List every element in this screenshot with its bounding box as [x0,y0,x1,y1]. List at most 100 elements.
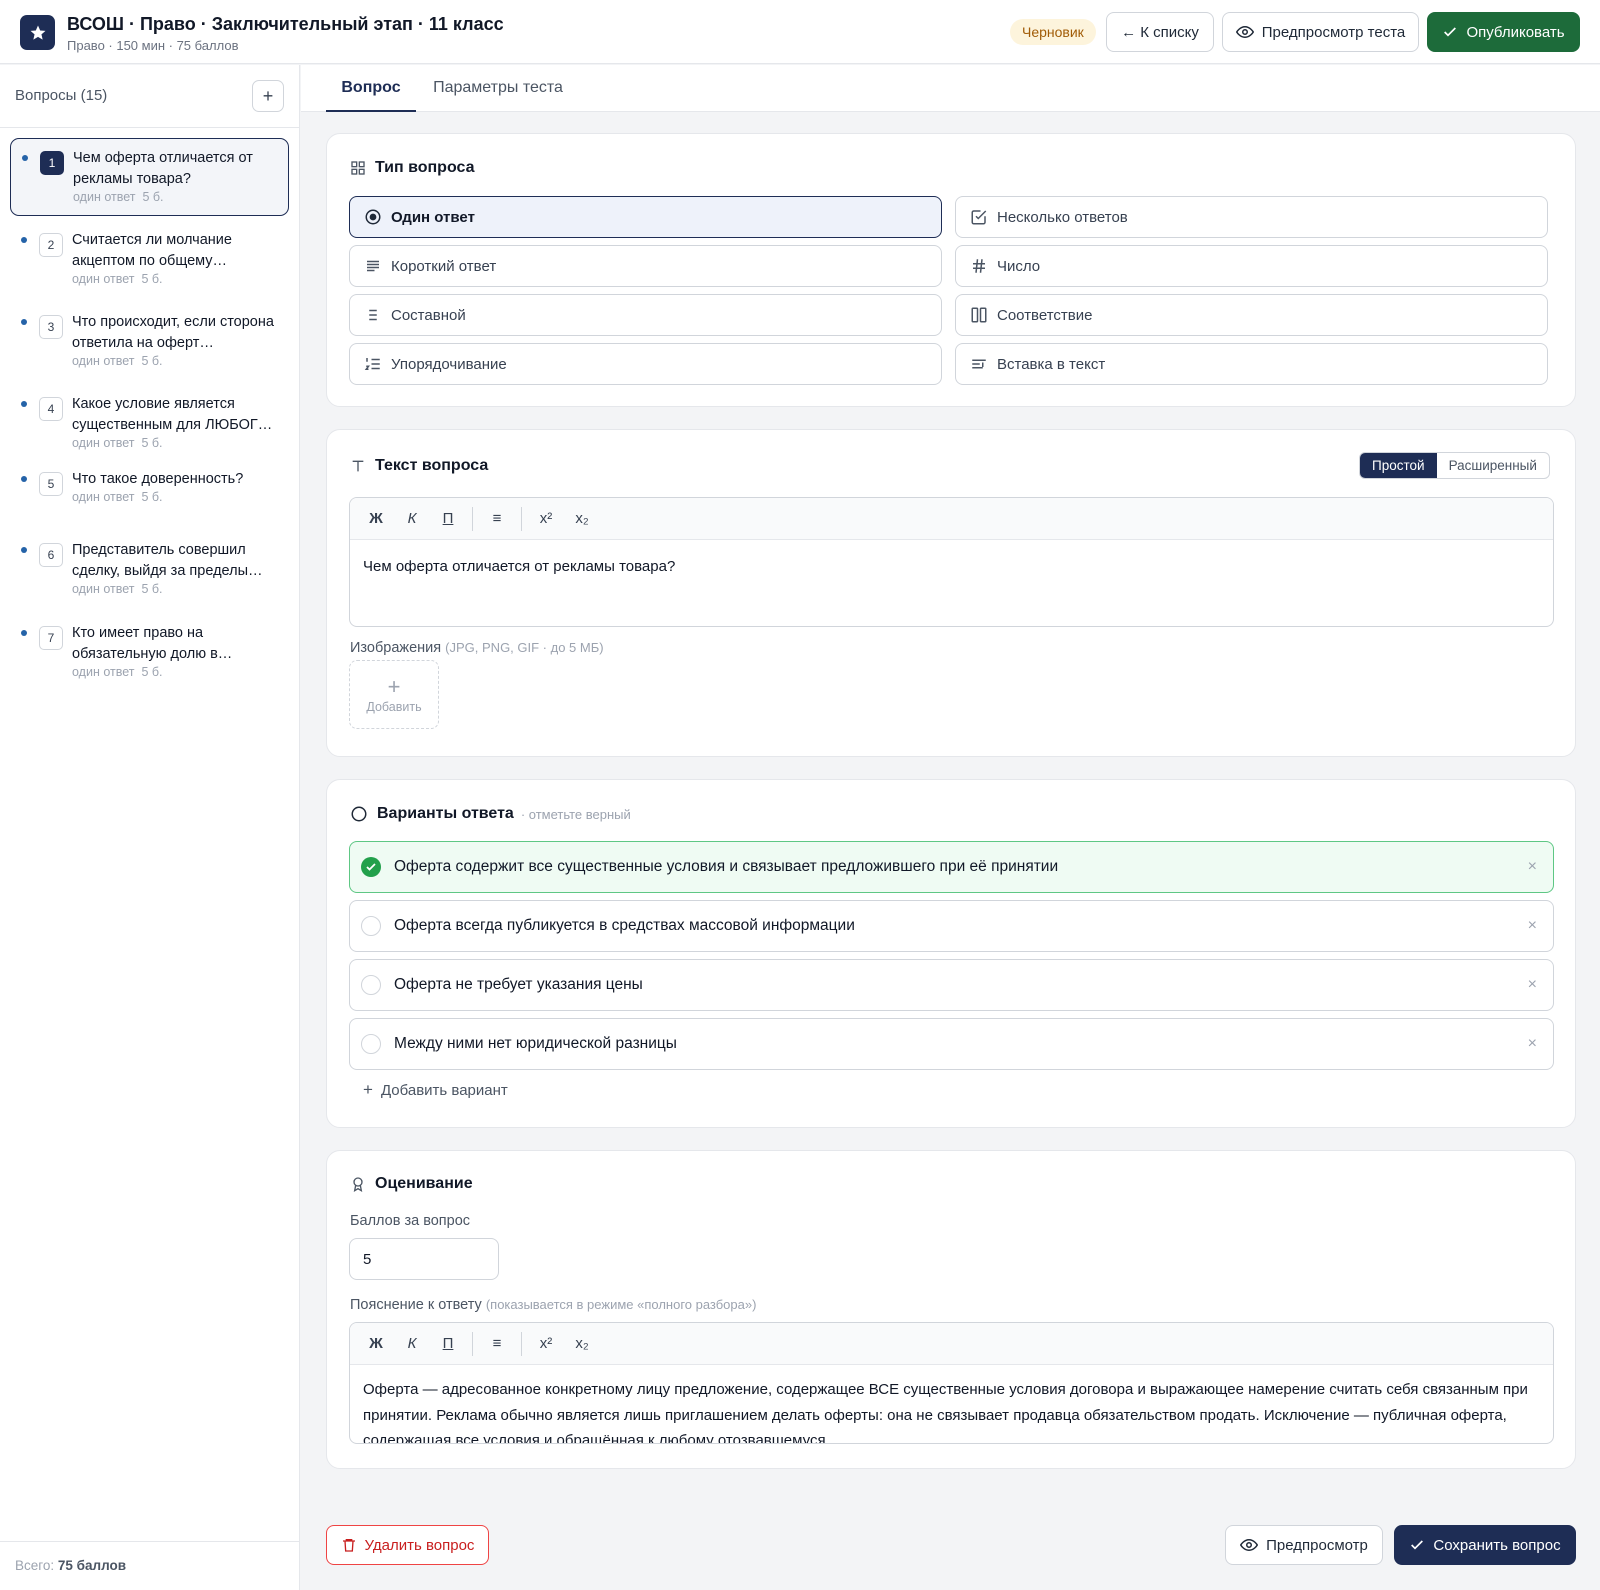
answer-option-text[interactable]: Между ними нет юридической разницы [394,1035,677,1053]
answer-option-correct[interactable]: Оферта содержит все существенные условия… [349,841,1554,893]
question-meta: один ответ 5 б. [73,190,164,204]
list-icon [364,306,382,324]
text-type-icon [350,458,366,474]
award-icon [350,1175,366,1193]
total-value: 75 баллов [57,1558,127,1573]
question-preview-text: Чем оферта отличается от рекламы товара? [73,150,253,187]
ordered-list-icon [364,355,382,373]
text-lines-icon [364,257,382,275]
subscript-button[interactable]: x₂ [564,1329,600,1359]
delete-question-button[interactable]: Удалить вопрос [326,1525,489,1565]
tab-question[interactable]: Вопрос [326,65,416,112]
preview-test-button[interactable]: Предпросмотр теста [1222,12,1419,52]
question-number: 1 [40,151,64,175]
preview-button[interactable]: Предпросмотр [1225,1525,1383,1565]
add-question-button[interactable]: + [252,80,284,112]
question-list-item[interactable]: 4 Какое условие является существенным для… [10,385,289,463]
images-hint: (JPG, PNG, GIF · до 5 МБ) [445,640,604,655]
preview-label: Предпросмотр [1266,1536,1368,1554]
editor-mode-toggle: Простой Расширенный [1359,452,1550,479]
type-single-answer[interactable]: Один ответ [349,196,942,238]
back-to-list-button[interactable]: ← К списку [1106,12,1214,52]
answer-options-card: Варианты ответа · отметьте верный Оферта… [326,779,1576,1128]
question-preview-text: Считается ли молчание акцептом по общему… [72,232,232,269]
test-title: ВСОШ · Право · Заключительный этап · 11 … [67,14,504,34]
mode-simple-button[interactable]: Простой [1360,453,1437,478]
toolbar-divider [521,506,522,531]
type-multiple-answers[interactable]: Несколько ответов [955,196,1548,238]
superscript-button[interactable]: x² [528,504,564,534]
question-text-card: Текст вопроса Простой Расширенный Ж К П … [326,429,1576,757]
answer-option-text[interactable]: Оферта не требует указания цены [394,976,643,994]
question-list-item[interactable]: 2 Считается ли молчание акцептом по общем… [10,221,289,299]
type-fill-in-text[interactable]: Вставка в текст [955,343,1548,385]
question-list-item[interactable]: 1 Чем оферта отличается от рекламы товара… [10,138,289,216]
answer-options-title: Варианты ответа · отметьте верный [350,805,631,823]
superscript-button[interactable]: x² [528,1329,564,1359]
type-matching[interactable]: Соответствие [955,294,1548,336]
points-input[interactable]: 5 [349,1238,499,1280]
underline-button[interactable]: П [430,1329,466,1359]
tab-test-settings[interactable]: Параметры теста [426,65,570,111]
type-ordering[interactable]: Упорядочивание [349,343,942,385]
type-number[interactable]: Число [955,245,1548,287]
toolbar-divider [472,506,473,531]
status-badge: Черновик [1010,19,1096,45]
status-dot [21,319,27,325]
publish-label: Опубликовать [1466,23,1565,41]
italic-button[interactable]: К [394,1329,430,1359]
question-type-card: Тип вопроса Один ответ Несколько ответов… [326,133,1576,407]
question-text-content[interactable]: Чем оферта отличается от рекламы товара? [350,540,1553,594]
status-dot [21,401,27,407]
correct-check-icon[interactable] [361,857,381,877]
question-list-item[interactable]: 3 Что происходит, если сторона ответила н… [10,303,289,381]
answer-option[interactable]: Оферта не требует указания цены × [349,959,1554,1011]
add-option-button[interactable]: + Добавить вариант [363,1080,508,1100]
italic-button[interactable]: К [394,504,430,534]
subscript-button[interactable]: x₂ [564,504,600,534]
radio-button[interactable] [361,975,381,995]
questions-sidebar: Вопросы (15) + 1 Чем оферта отличается от… [0,65,300,1590]
mode-extended-button[interactable]: Расширенный [1437,453,1549,478]
radio-button[interactable] [361,916,381,936]
answer-option[interactable]: Между ними нет юридической разницы × [349,1018,1554,1070]
bold-button[interactable]: Ж [358,504,394,534]
answer-option-text[interactable]: Оферта всегда публикуется в средствах ма… [394,917,855,935]
question-number: 4 [39,397,63,421]
explanation-content[interactable]: Оферта — адресованное конкретному лицу п… [350,1365,1553,1443]
status-dot [21,476,27,482]
radio-button[interactable] [361,1034,381,1054]
sidebar-total: Всего: 75 баллов [0,1541,299,1589]
questions-count-title: Вопросы (15) [15,87,108,104]
list-button[interactable]: ≡ [479,1329,515,1359]
question-preview-text: Что происходит, если сторона ответила на… [72,314,274,351]
add-image-button[interactable]: + Добавить [349,660,439,729]
question-list-item[interactable]: 7 Кто имеет право на обязательную долю в…… [10,614,289,692]
underline-button[interactable]: П [430,504,466,534]
question-meta: один ответ 5 б. [72,272,163,286]
remove-option-icon[interactable]: × [1528,1035,1537,1053]
type-compound[interactable]: Составной [349,294,942,336]
bold-button[interactable]: Ж [358,1329,394,1359]
question-list-item[interactable]: 6 Представитель совершил сделку, выйдя за… [10,531,289,609]
eye-icon [1240,1536,1259,1554]
answer-option[interactable]: Оферта всегда публикуется в средствах ма… [349,900,1554,952]
type-label: Число [997,257,1041,275]
remove-option-icon[interactable]: × [1528,917,1537,935]
question-list-item[interactable]: 5 Что такое доверенность? один ответ 5 б. [10,460,289,538]
type-label: Упорядочивание [391,355,507,373]
preview-test-label: Предпросмотр теста [1261,23,1406,41]
question-meta: один ответ 5 б. [72,436,163,450]
sidebar-header: Вопросы (15) + [0,65,299,128]
type-short-answer[interactable]: Короткий ответ [349,245,942,287]
answer-option-text[interactable]: Оферта содержит все существенные условия… [394,858,1058,876]
save-question-button[interactable]: Сохранить вопрос [1394,1525,1576,1565]
explanation-editor: Ж К П ≡ x² x₂ Оферта — адресованное конк… [349,1322,1554,1444]
editor-toolbar: Ж К П ≡ x² x₂ [350,498,1553,540]
publish-button[interactable]: Опубликовать [1427,12,1580,52]
answer-options-hint: · отметьте верный [520,806,631,822]
plus-icon: + [387,673,401,699]
list-button[interactable]: ≡ [479,504,515,534]
remove-option-icon[interactable]: × [1528,976,1537,994]
remove-option-icon[interactable]: × [1528,858,1537,876]
